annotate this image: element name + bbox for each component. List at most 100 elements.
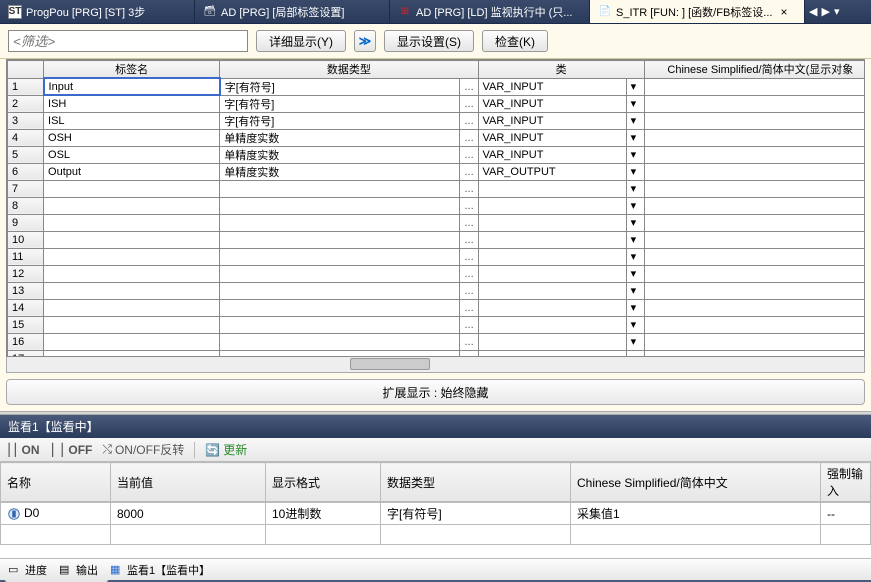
- wh-cn[interactable]: Chinese Simplified/简体中文: [571, 463, 821, 502]
- cell-class[interactable]: [478, 282, 626, 299]
- cell-cn[interactable]: [644, 265, 865, 282]
- cell-cn[interactable]: [644, 146, 865, 163]
- cell-cn[interactable]: [644, 316, 865, 333]
- class-dropdown-button[interactable]: ▾: [626, 299, 644, 316]
- cell-cn[interactable]: [644, 112, 865, 129]
- watch-name[interactable]: D0: [1, 503, 111, 525]
- datatype-picker-button[interactable]: ...: [460, 163, 478, 180]
- detail-display-button[interactable]: 详细显示(Y): [256, 30, 346, 52]
- cell-label[interactable]: Input: [44, 78, 220, 95]
- datatype-picker-button[interactable]: ...: [460, 231, 478, 248]
- wh-force[interactable]: 强制输入: [821, 463, 871, 502]
- watch-curval[interactable]: 8000: [111, 503, 266, 525]
- cell-class[interactable]: [478, 214, 626, 231]
- cell-datatype[interactable]: [220, 197, 460, 214]
- sb-watch[interactable]: ▦监看1【监看中】: [110, 562, 210, 578]
- row-number[interactable]: 10: [8, 231, 44, 248]
- class-dropdown-button[interactable]: ▾: [626, 78, 644, 95]
- datatype-picker-button[interactable]: ...: [460, 214, 478, 231]
- wh-dtype[interactable]: 数据类型: [381, 463, 571, 502]
- cell-cn[interactable]: [644, 282, 865, 299]
- class-dropdown-button[interactable]: ▾: [626, 197, 644, 214]
- class-dropdown-button[interactable]: ▾: [626, 265, 644, 282]
- cell-cn[interactable]: [644, 350, 865, 357]
- datatype-picker-button[interactable]: ...: [460, 316, 478, 333]
- cell-label[interactable]: [44, 231, 220, 248]
- row-number[interactable]: 8: [8, 197, 44, 214]
- datatype-picker-button[interactable]: ...: [460, 95, 478, 112]
- cell-label[interactable]: ISH: [44, 95, 220, 112]
- cell-datatype[interactable]: [220, 265, 460, 282]
- close-icon[interactable]: ×: [780, 5, 787, 19]
- header-rownum[interactable]: [8, 61, 44, 79]
- row-number[interactable]: 12: [8, 265, 44, 282]
- cell-datatype[interactable]: [220, 180, 460, 197]
- cell-datatype[interactable]: 单精度实数: [220, 146, 460, 163]
- cell-cn[interactable]: [644, 299, 865, 316]
- cell-datatype[interactable]: 字[有符号]: [220, 78, 460, 95]
- cell-datatype[interactable]: [220, 214, 460, 231]
- cell-datatype[interactable]: [220, 231, 460, 248]
- cell-datatype[interactable]: [220, 350, 460, 357]
- tab-next-icon[interactable]: ▶: [821, 5, 829, 18]
- cell-label[interactable]: [44, 265, 220, 282]
- cell-datatype[interactable]: 单精度实数: [220, 163, 460, 180]
- class-dropdown-button[interactable]: ▾: [626, 95, 644, 112]
- cell-datatype[interactable]: [220, 248, 460, 265]
- cell-class[interactable]: [478, 197, 626, 214]
- cell-cn[interactable]: [644, 248, 865, 265]
- cell-class[interactable]: [478, 248, 626, 265]
- watch-off-button[interactable]: ⎮ ⎮OFF: [50, 443, 93, 457]
- row-number[interactable]: 11: [8, 248, 44, 265]
- cell-label[interactable]: Output: [44, 163, 220, 180]
- watch-body-scroll[interactable]: D0800010进制数字[有符号]采集值1--: [0, 502, 871, 560]
- class-dropdown-button[interactable]: ▾: [626, 333, 644, 350]
- class-dropdown-button[interactable]: ▾: [626, 282, 644, 299]
- watch-toggle-button[interactable]: ⤭ ON/OFF反转: [102, 441, 184, 458]
- watch-on-button[interactable]: ⎮⎮ON: [6, 443, 40, 457]
- watch-empty[interactable]: [1, 525, 111, 545]
- tab-sitr[interactable]: 📄 S_ITR [FUN: ] [函数/FB标签设... ×: [590, 0, 805, 23]
- watch-update-button[interactable]: 🔄 更新: [205, 441, 247, 458]
- cell-class[interactable]: [478, 333, 626, 350]
- datatype-picker-button[interactable]: ...: [460, 180, 478, 197]
- cell-class[interactable]: [478, 299, 626, 316]
- row-number[interactable]: 14: [8, 299, 44, 316]
- datatype-picker-button[interactable]: ...: [460, 78, 478, 95]
- watch-fmt[interactable]: 10进制数: [266, 503, 381, 525]
- row-number[interactable]: 4: [8, 129, 44, 146]
- cell-cn[interactable]: [644, 78, 865, 95]
- row-number[interactable]: 13: [8, 282, 44, 299]
- filter-input[interactable]: [8, 30, 248, 52]
- cell-class[interactable]: VAR_INPUT: [478, 112, 626, 129]
- cell-class[interactable]: [478, 231, 626, 248]
- wh-fmt[interactable]: 显示格式: [266, 463, 381, 502]
- cell-class[interactable]: [478, 265, 626, 282]
- cell-cn[interactable]: [644, 214, 865, 231]
- datatype-picker-button[interactable]: ...: [460, 248, 478, 265]
- cell-datatype[interactable]: [220, 299, 460, 316]
- scroll-thumb[interactable]: [350, 358, 430, 370]
- header-label[interactable]: 标签名: [44, 61, 220, 79]
- datatype-picker-button[interactable]: ...: [460, 333, 478, 350]
- label-grid-scroll[interactable]: 标签名 数据类型 类 Chinese Simplified/简体中文(显示对象 …: [6, 59, 865, 357]
- cell-label[interactable]: [44, 316, 220, 333]
- class-dropdown-button[interactable]: ▾: [626, 248, 644, 265]
- cell-cn[interactable]: [644, 95, 865, 112]
- tab-ad-ld[interactable]: ⊞ AD [PRG] [LD] 监视执行中 (只...: [390, 0, 590, 23]
- cell-class[interactable]: [478, 316, 626, 333]
- class-dropdown-button[interactable]: ▾: [626, 214, 644, 231]
- watch-dtype[interactable]: 字[有符号]: [381, 503, 571, 525]
- tab-progpou[interactable]: ST ProgPou [PRG] [ST] 3步: [0, 0, 195, 23]
- cell-label[interactable]: OSH: [44, 129, 220, 146]
- datatype-picker-button[interactable]: ...: [460, 350, 478, 357]
- cell-class[interactable]: VAR_OUTPUT: [478, 163, 626, 180]
- expand-display-button[interactable]: 扩展显示 : 始终隐藏: [6, 379, 865, 405]
- tab-prev-icon[interactable]: ◀: [809, 5, 817, 18]
- sb-progress[interactable]: ▭进度: [8, 562, 47, 578]
- cell-class[interactable]: VAR_INPUT: [478, 95, 626, 112]
- cell-label[interactable]: [44, 333, 220, 350]
- row-number[interactable]: 15: [8, 316, 44, 333]
- class-dropdown-button[interactable]: ▾: [626, 163, 644, 180]
- cell-datatype[interactable]: [220, 333, 460, 350]
